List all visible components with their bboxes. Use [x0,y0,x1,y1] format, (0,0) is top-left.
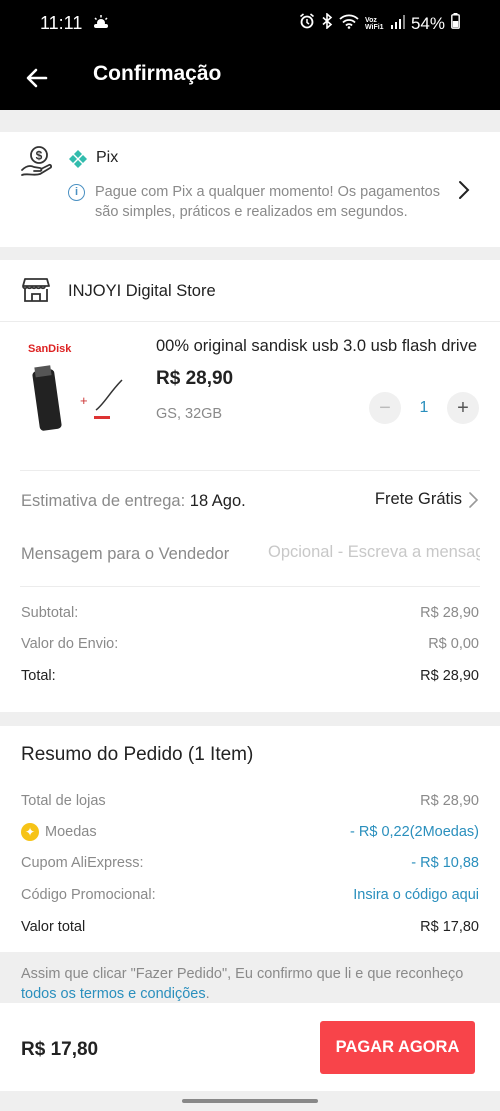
app-bar: Confirmação [0,48,500,110]
back-button[interactable] [20,61,54,95]
shipping-option[interactable]: Frete Grátis [375,490,462,509]
battery-icon [451,13,460,34]
shipping-cost-row: Valor do Envio: R$ 0,00 [21,636,479,652]
delivery-label: Estimativa de entrega: [21,492,186,510]
stores-total-row: Total de lojas R$ 28,90 [21,793,479,809]
payment-method-name: Pix [96,149,119,166]
signal-icon [390,14,405,34]
terms-end: . [205,986,210,1002]
svg-text:$: $ [36,149,43,163]
delivery-estimate: Estimativa de entrega: 18 Ago. [21,492,246,511]
terms-link[interactable]: todos os termos e condições [21,986,206,1002]
subtotal-label: Subtotal: [21,605,79,621]
row-label: Cupom AliExpress: [21,855,144,871]
row-label: Total de lojas [21,793,106,809]
bluetooth-icon [321,12,333,34]
network-label: Voz WiFi1 [364,16,384,31]
shipping-cost-value: R$ 0,00 [428,636,479,652]
row-value: - R$ 0,22(2Moedas) [350,824,479,840]
store-total-value: R$ 28,90 [420,668,479,684]
shipping-cost-label: Valor do Envio: [21,636,119,652]
grand-total-row: Valor total R$ 17,80 [21,919,479,935]
subtotal-row: Subtotal: R$ 28,90 [21,605,479,621]
payment-note: Pague com Pix a qualquer momento! Os pag… [95,184,440,220]
seller-message-input[interactable] [268,543,480,562]
row-value: - R$ 10,88 [411,855,479,871]
store-name[interactable]: INJOYI Digital Store [68,282,216,301]
product-image-brand: SanDisk [28,343,72,355]
divider [20,586,480,587]
store-card: INJOYI Digital Store SanDisk + 00% origi… [0,260,500,712]
row-label: Valor total [21,919,86,935]
pay-now-button[interactable]: PAGAR AGORA [320,1021,475,1074]
chevron-right-icon[interactable] [468,491,479,514]
store-total-row: Total: R$ 28,90 [21,668,479,684]
quantity-increase-button[interactable]: + [447,392,479,424]
arrow-left-icon [26,68,48,88]
divider [0,321,500,322]
terms-text: Assim que clicar "Fazer Pedido", Eu conf… [21,966,464,982]
product-image[interactable]: SanDisk + [22,332,140,442]
alarm-icon [299,13,315,34]
coin-icon: ✦ [21,823,39,841]
subtotal-value: R$ 28,90 [420,605,479,621]
payment-hand-coin-icon: $ [20,144,54,183]
wifi-icon [339,14,359,34]
info-icon: i [68,184,85,201]
page-title: Confirmação [93,62,222,85]
payment-method-card[interactable]: $ Pix i Pague com Pix a qualquer momento… [0,132,500,247]
seller-message-label: Mensagem para o Vendedor [21,545,230,563]
row-label: Código Promocional: [21,887,156,903]
status-bar: 11:11 Voz WiFi1 54% [0,0,500,48]
system-nav-bar [0,1091,500,1111]
bottom-bar: R$ 17,80 PAGAR AGORA [0,1003,500,1091]
pix-icon [68,149,88,174]
promo-code-row[interactable]: Código Promocional: Insira o código aqui [21,887,479,903]
battery-label: 54% [410,13,445,33]
row-value: R$ 28,90 [420,793,479,809]
home-indicator[interactable] [182,1099,318,1103]
order-summary-title: Resumo do Pedido (1 Item) [21,744,254,765]
status-time: 11:11 [40,13,83,33]
row-value: R$ 17,80 [420,919,479,935]
product-variant[interactable]: GS, 32GB [156,406,222,422]
product-title[interactable]: 00% original sandisk usb 3.0 usb flash d… [156,337,486,356]
coupon-row[interactable]: Cupom AliExpress: - R$ 10,88 [21,855,479,871]
chevron-right-icon[interactable] [458,180,470,205]
store-total-label: Total: [21,668,56,684]
product-price: R$ 28,90 [156,368,234,389]
order-summary-card: Resumo do Pedido (1 Item) Total de lojas… [0,726,500,952]
coins-row[interactable]: ✦ Moedas - R$ 0,22(2Moedas) [21,823,479,841]
svg-text:+: + [80,393,88,408]
promo-code-link[interactable]: Insira o código aqui [353,887,479,903]
quantity-decrease-button[interactable]: − [369,392,401,424]
status-icons: Voz WiFi1 54% [299,12,460,34]
row-label: Moedas [45,824,97,840]
divider [20,470,480,471]
quantity-value: 1 [419,399,429,416]
delivery-date: 18 Ago. [189,492,246,510]
terms-notice: Assim que clicar "Fazer Pedido", Eu conf… [21,964,481,1004]
store-icon [22,277,50,308]
weather-icon [93,15,109,29]
grand-total: R$ 17,80 [21,1039,99,1060]
